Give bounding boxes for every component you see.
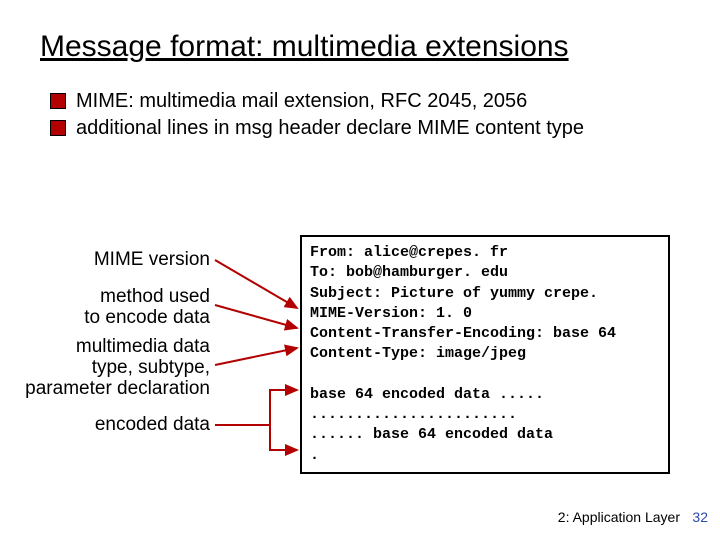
arrow-line [215,348,297,365]
bullet-list: MIME: multimedia mail extension, RFC 204… [50,89,680,141]
mail-line: From: alice@crepes. fr [310,244,508,261]
mail-line: Subject: Picture of yummy crepe. [310,285,598,302]
diagram: MIME version method used to encode data … [0,235,720,495]
bullet-item: additional lines in msg header declare M… [50,116,680,141]
mail-line: Content-Type: image/jpeg [310,345,526,362]
mail-line: . [310,447,319,464]
slide-title: Message format: multimedia extensions [40,30,680,64]
mail-line: Content-Transfer-Encoding: base 64 [310,325,616,342]
mail-line: To: bob@hamburger. edu [310,264,508,281]
mail-message-box: From: alice@crepes. fr To: bob@hamburger… [300,235,670,474]
arrow-line [215,305,297,328]
footer-text: 2: Application Layer [558,509,680,525]
mail-line: MIME-Version: 1. 0 [310,305,472,322]
mail-line: ....................... [310,406,517,423]
arrow-line [270,425,297,450]
arrow-line [215,390,297,425]
page-number: 32 [692,509,708,525]
mail-line: ...... base 64 encoded data [310,426,553,443]
bullet-item: MIME: multimedia mail extension, RFC 204… [50,89,680,114]
arrow-line [215,260,297,308]
mail-line: base 64 encoded data ..... [310,386,544,403]
